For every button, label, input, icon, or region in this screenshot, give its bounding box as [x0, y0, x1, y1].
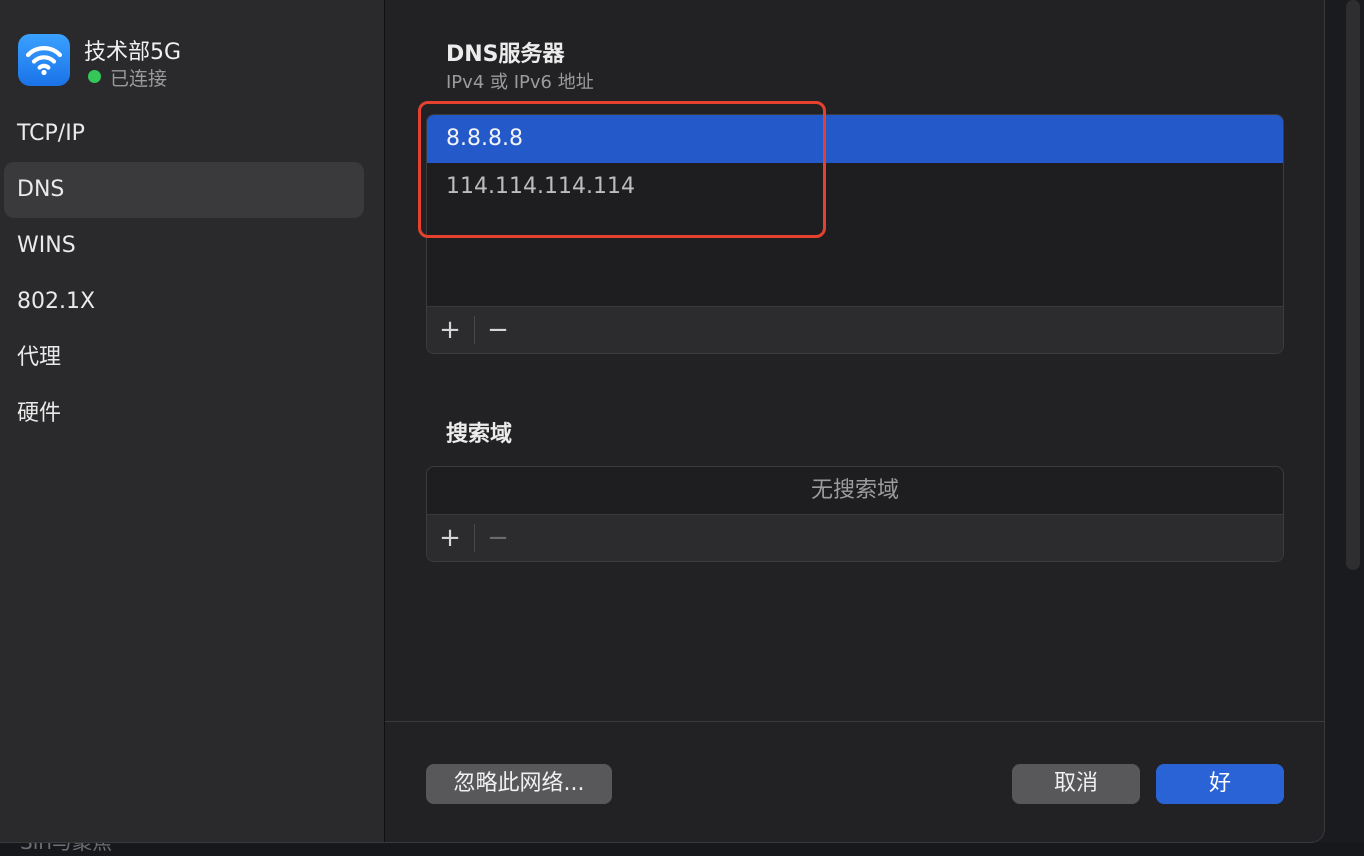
dns-server-row[interactable]: 114.114.114.114 [427, 163, 1283, 211]
ok-button[interactable]: 好 [1156, 764, 1284, 804]
search-domains-title: 搜索域 [446, 422, 513, 447]
dns-list-toolbar: + − [427, 306, 1283, 353]
network-name: 技术部5G [84, 40, 182, 65]
remove-search-domain-button[interactable]: − [475, 515, 521, 561]
wifi-icon [18, 34, 70, 86]
sidebar-item-wins[interactable]: WINS [4, 218, 364, 274]
dns-servers-title: DNS服务器 [446, 42, 565, 67]
forget-network-button[interactable]: 忽略此网络... [426, 764, 612, 804]
background-window-strip [0, 842, 1364, 856]
search-domain-empty-text: 无搜索域 [810, 478, 899, 503]
plus-icon: + [439, 523, 461, 553]
search-domain-toolbar: + − [427, 514, 1283, 561]
remove-dns-server-button[interactable]: − [475, 307, 521, 353]
add-dns-server-button[interactable]: + [427, 307, 473, 353]
network-details-sheet: 技术部5G 已连接 TCP/IP DNS WINS 802.1X 代理 硬件 D… [0, 0, 1325, 843]
sidebar: 技术部5G 已连接 TCP/IP DNS WINS 802.1X 代理 硬件 [0, 0, 385, 842]
connected-status-icon [88, 70, 101, 83]
dns-server-list[interactable]: 8.8.8.8 114.114.114.114 + − [426, 114, 1284, 354]
sidebar-item-dns[interactable]: DNS [4, 162, 364, 218]
minus-icon: − [487, 523, 509, 553]
plus-icon: + [439, 315, 461, 345]
add-search-domain-button[interactable]: + [427, 515, 473, 561]
sidebar-item-hardware[interactable]: 硬件 [4, 386, 364, 442]
cancel-button[interactable]: 取消 [1012, 764, 1140, 804]
dns-servers-subtitle: IPv4 或 IPv6 地址 [446, 72, 594, 93]
sidebar-item-tcpip[interactable]: TCP/IP [4, 106, 364, 162]
sidebar-item-proxy[interactable]: 代理 [4, 330, 364, 386]
sidebar-item-8021x[interactable]: 802.1X [4, 274, 364, 330]
dns-server-row-selected[interactable]: 8.8.8.8 [427, 115, 1283, 163]
minus-icon: − [487, 315, 509, 345]
search-domain-list[interactable]: 无搜索域 + − [426, 466, 1284, 562]
background-scrollbar[interactable] [1346, 0, 1360, 570]
footer-divider [385, 721, 1324, 722]
sidebar-nav: TCP/IP DNS WINS 802.1X 代理 硬件 [4, 106, 364, 442]
network-header: 技术部5G 已连接 [18, 34, 378, 90]
connection-status: 已连接 [110, 68, 168, 90]
dns-settings-panel: DNS服务器 IPv4 或 IPv6 地址 8.8.8.8 114.114.11… [385, 0, 1324, 842]
